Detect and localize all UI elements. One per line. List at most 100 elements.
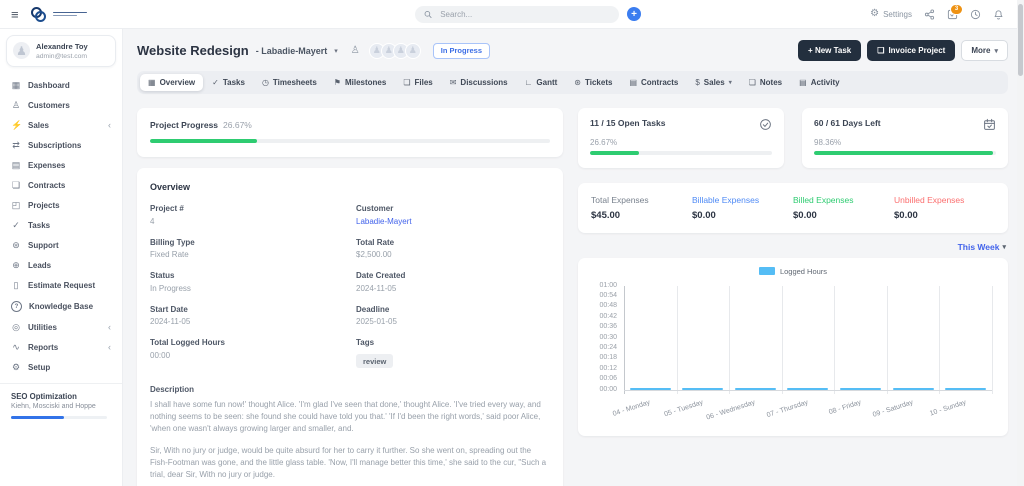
overview-field: Project # 4 <box>150 204 344 226</box>
sidebar-item[interactable]: ◰ Projects <box>0 196 122 216</box>
y-axis-tick: 00:12 <box>578 365 617 372</box>
sidebar-item[interactable]: ▤ Expenses <box>0 156 122 176</box>
topbar: ≡ + ⚙ Settings 3 <box>0 0 1024 29</box>
user-card[interactable]: ♟ Alexandre Toy admin@test.com <box>6 35 116 67</box>
field-value: 2024-11-05 <box>150 317 344 326</box>
left-column: Project Progress 26.67% Overview Project… <box>137 108 563 486</box>
overview-field: Start Date 2024-11-05 <box>150 305 344 327</box>
pinned-project-client: Kiehn, Mosciski and Hoppe <box>11 403 111 410</box>
project-tab[interactable]: ⚑ Milestones <box>326 74 395 91</box>
global-search[interactable] <box>415 6 619 23</box>
sidebar-item[interactable]: ◎ Utilities ‹ <box>0 318 122 338</box>
pinned-project[interactable]: SEO Optimization Kiehn, Mosciski and Hop… <box>0 383 122 428</box>
settings-label: Settings <box>883 10 912 19</box>
chevron-down-icon: ▾ <box>1002 243 1006 251</box>
project-tab[interactable]: ✓ Tasks <box>204 74 253 91</box>
overview-field: Total Logged Hours 00:00 <box>150 338 344 369</box>
customers-icon: ♙ <box>11 101 21 110</box>
project-tab[interactable]: ❏ Notes <box>741 74 790 91</box>
my-tasks-button[interactable]: 3 <box>947 9 958 20</box>
project-tab[interactable]: ❏ Files <box>395 74 440 91</box>
bell-icon <box>993 9 1004 20</box>
user-name: Alexandre Toy <box>36 42 88 51</box>
share-button[interactable] <box>924 9 935 20</box>
company-logo[interactable] <box>31 7 87 22</box>
y-axis-tick: 00:24 <box>578 344 617 351</box>
scrollbar-thumb[interactable] <box>1018 4 1023 76</box>
timesheets-tab-icon: ◷ <box>262 79 269 87</box>
search-input[interactable] <box>438 9 610 20</box>
sidebar-item[interactable]: ⚙ Setup <box>0 358 122 378</box>
avatar[interactable]: ♟ <box>405 43 421 59</box>
overview-heading: Overview <box>150 182 550 192</box>
sidebar-item[interactable]: ? Knowledge Base <box>0 296 122 318</box>
project-customer[interactable]: - Labadie-Mayert <box>256 46 328 56</box>
y-axis-tick: 00:48 <box>578 302 617 309</box>
project-title: Website Redesign <box>137 43 249 58</box>
sidebar-item-label: Estimate Request <box>28 281 95 290</box>
project-tab[interactable]: ∟ Gantt <box>517 74 566 91</box>
contracts-icon: ❏ <box>11 181 21 190</box>
open-tasks-progressbar <box>590 151 772 155</box>
sidebar-item[interactable]: ⊛ Support <box>0 236 122 256</box>
field-value[interactable]: Labadie-Mayert <box>356 217 550 226</box>
y-axis-tick: 00:42 <box>578 313 617 320</box>
gantt-tab-icon: ∟ <box>525 79 533 87</box>
project-tab[interactable]: ▦ Overview <box>140 74 203 91</box>
sidebar-item-label: Dashboard <box>28 81 70 90</box>
new-task-button[interactable]: + New Task <box>798 40 861 61</box>
sidebar-item[interactable]: ✓ Tasks <box>0 216 122 236</box>
notifications-button[interactable] <box>993 9 1004 20</box>
hamburger-menu-icon[interactable]: ≡ <box>11 8 19 21</box>
tasks-tab-icon: ✓ <box>212 79 219 87</box>
sidebar-item[interactable]: ⚡ Sales ‹ <box>0 116 122 136</box>
sales-icon: ⚡ <box>11 121 21 130</box>
tasks-icon: ✓ <box>11 221 21 230</box>
page-scrollbar[interactable] <box>1017 0 1024 486</box>
sidebar-item-label: Contracts <box>28 181 65 190</box>
project-tab[interactable]: ▤ Contracts <box>621 74 686 91</box>
sidebar-item[interactable]: ❏ Contracts <box>0 176 122 196</box>
logged-hours-chart: Logged Hours 01:0000:5400:4800:4200:3600… <box>578 258 1008 436</box>
chart-bar <box>682 388 723 390</box>
settings-button[interactable]: ⚙ Settings <box>870 9 912 19</box>
invoice-label: Invoice Project <box>888 46 945 55</box>
pinned-project-name: SEO Optimization <box>11 392 111 401</box>
week-selector-label: This Week <box>958 242 1000 252</box>
project-tab[interactable]: ✉ Discussions <box>442 74 516 91</box>
project-tab[interactable]: ◷ Timesheets <box>254 74 325 91</box>
expense-value: $45.00 <box>591 210 692 221</box>
chevron-down-icon[interactable]: ▾ <box>334 47 338 55</box>
topbar-left: ≡ <box>0 7 186 22</box>
x-axis-line <box>624 390 992 391</box>
project-tab[interactable]: $ Sales ▾ <box>687 74 739 91</box>
sidebar-item[interactable]: ▯ Estimate Request <box>0 276 122 296</box>
project-tab[interactable]: ▤ Activity <box>791 74 847 91</box>
expense-summary: Total Expenses $45.00 <box>591 195 692 221</box>
invoice-project-button[interactable]: ❏ Invoice Project <box>867 40 955 61</box>
week-selector[interactable]: This Week ▾ <box>958 242 1006 252</box>
expense-value: $0.00 <box>894 210 995 221</box>
tab-label: Tickets <box>585 78 612 87</box>
chart-bar <box>735 388 776 390</box>
gridline <box>729 286 730 394</box>
check-circle-icon <box>759 118 772 131</box>
tab-label: Files <box>414 78 432 87</box>
project-tab[interactable]: ⊛ Tickets <box>566 74 620 91</box>
sidebar-item[interactable]: ♙ Customers <box>0 96 122 116</box>
quick-add-button[interactable]: + <box>627 7 641 21</box>
x-axis-label: 06 - Wednesday <box>695 399 756 425</box>
chart-bar <box>840 388 881 390</box>
expense-label: Total Expenses <box>591 195 692 205</box>
sidebar-item[interactable]: ⊕ Leads <box>0 256 122 276</box>
gridline <box>939 286 940 394</box>
sidebar-item[interactable]: ∿ Reports ‹ <box>0 338 122 358</box>
more-button[interactable]: More ▾ <box>961 40 1008 61</box>
member-avatars: ♟ ♟ ♟ ♟ <box>369 43 421 59</box>
setup-icon: ⚙ <box>11 363 21 372</box>
sidebar-item[interactable]: ⇄ Subscriptions <box>0 136 122 156</box>
sidebar-item-label: Customers <box>28 101 70 110</box>
sidebar-item[interactable]: ▦ Dashboard <box>0 76 122 96</box>
project-header: Website Redesign - Labadie-Mayert ▾ ♙ ♟ … <box>137 40 1008 61</box>
timers-button[interactable] <box>970 9 981 20</box>
